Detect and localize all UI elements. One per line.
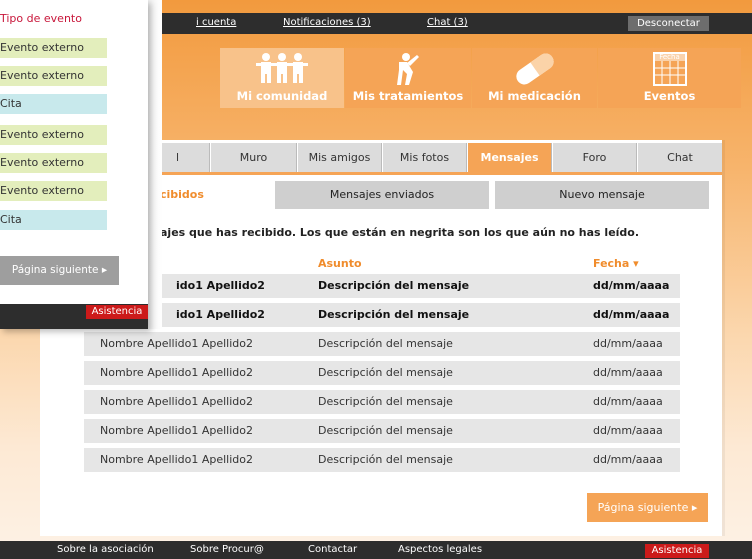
nav-label: Mis tratamientos	[352, 89, 464, 103]
community-icon	[256, 53, 308, 83]
footer-legal-link[interactable]: Aspectos legales	[398, 544, 482, 555]
row-date: dd/mm/aaaa	[593, 279, 670, 292]
row-date: dd/mm/aaaa	[593, 424, 663, 437]
row-subject: Descripción del mensaje	[318, 308, 470, 321]
footer-about-procura-link[interactable]: Sobre Procur@	[190, 544, 264, 555]
event-item[interactable]: Cita	[0, 94, 107, 114]
nav-label: Mi medicación	[488, 89, 581, 103]
popup-assist-button[interactable]: Asistencia	[86, 305, 148, 319]
row-date: dd/mm/aaaa	[593, 366, 663, 379]
nav-my-treatments[interactable]: Mis tratamientos	[345, 48, 471, 108]
footer-contact-link[interactable]: Contactar	[308, 544, 357, 555]
intro-text: ajes que has recibido. Los que están en …	[160, 226, 640, 239]
subtab-sent[interactable]: Mensajes enviados	[275, 181, 489, 209]
column-header-date[interactable]: Fecha ▾	[593, 257, 639, 270]
nav-my-medication[interactable]: Mi medicación	[472, 48, 597, 108]
row-subject: Descripción del mensaje	[318, 366, 453, 379]
next-page-button[interactable]: Página siguiente ▸	[587, 493, 708, 522]
pill-icon	[515, 53, 554, 85]
message-row[interactable]: Nombre Apellido1 Apellido2 Descripción d…	[84, 361, 680, 385]
event-item[interactable]: Evento externo	[0, 66, 107, 86]
disconnect-button[interactable]: Desconectar	[628, 16, 709, 31]
footer-about-link[interactable]: Sobre la asociación	[57, 544, 154, 555]
popup-title: Tipo de evento	[0, 12, 82, 25]
tab-profile[interactable]: l	[162, 143, 210, 172]
my-account-link[interactable]: i cuenta	[196, 17, 236, 28]
tab-my-photos[interactable]: Mis fotos	[383, 143, 467, 172]
message-row[interactable]: Nombre Apellido1 Apellido2 Descripción d…	[84, 390, 680, 414]
row-subject: Descripción del mensaje	[318, 279, 470, 292]
tab-messages[interactable]: Mensajes	[468, 143, 552, 172]
row-sender: Nombre Apellido1 Apellido2	[100, 453, 254, 466]
subtab-new-message[interactable]: Nuevo mensaje	[495, 181, 709, 209]
row-date: dd/mm/aaaa	[593, 337, 663, 350]
event-item[interactable]: Evento externo	[0, 38, 107, 58]
calendar-date-label: Fecha	[659, 53, 680, 61]
footer: Sobre la asociación Sobre Procur@ Contac…	[0, 541, 752, 559]
event-item[interactable]: Cita	[0, 210, 107, 230]
nav-label: Eventos	[643, 89, 696, 103]
row-date: dd/mm/aaaa	[593, 308, 670, 321]
message-row[interactable]: Nombre Apellido1 Apellido2 Descripción d…	[84, 332, 680, 356]
subtab-received[interactable]: cibidos	[160, 181, 260, 209]
message-row[interactable]: ido1 Apellido2 Descripción del mensaje d…	[84, 303, 680, 327]
row-sender: Nombre Apellido1 Apellido2	[100, 424, 254, 437]
row-sender: Nombre Apellido1 Apellido2	[100, 337, 254, 350]
row-date: dd/mm/aaaa	[593, 395, 663, 408]
row-subject: Descripción del mensaje	[318, 424, 453, 437]
tab-my-friends[interactable]: Mis amigos	[298, 143, 382, 172]
event-item[interactable]: Evento externo	[0, 125, 107, 145]
message-row[interactable]: Nombre Apellido1 Apellido2 Descripción d…	[84, 419, 680, 443]
event-item[interactable]: Evento externo	[0, 153, 107, 173]
notifications-link[interactable]: Notificaciones (3)	[283, 17, 371, 28]
event-item[interactable]: Evento externo	[0, 181, 107, 201]
column-header-subject[interactable]: Asunto	[318, 257, 362, 270]
row-subject: Descripción del mensaje	[318, 395, 453, 408]
footer-assist-button[interactable]: Asistencia	[645, 544, 709, 558]
row-subject: Descripción del mensaje	[318, 453, 453, 466]
chat-link[interactable]: Chat (3)	[427, 17, 468, 28]
row-sender: ido1 Apellido2	[176, 279, 265, 292]
nav-label: Mi comunidad	[236, 89, 328, 103]
row-subject: Descripción del mensaje	[318, 337, 453, 350]
popup-next-page-button[interactable]: Página siguiente ▸	[0, 256, 119, 285]
message-row[interactable]: Nombre Apellido1 Apellido2 Descripción d…	[84, 448, 680, 472]
popup-edge	[148, 0, 162, 329]
tab-wall[interactable]: Muro	[211, 143, 297, 172]
nav-events[interactable]: Fecha Eventos	[598, 48, 741, 108]
tab-forum[interactable]: Foro	[553, 143, 637, 172]
panel-shadow	[722, 140, 725, 536]
row-sender: Nombre Apellido1 Apellido2	[100, 395, 254, 408]
tab-chat[interactable]: Chat	[638, 143, 722, 172]
exercise-icon	[397, 53, 419, 85]
row-date: dd/mm/aaaa	[593, 453, 663, 466]
event-type-popup: Tipo de evento Evento externo Evento ext…	[0, 0, 148, 329]
message-row[interactable]: ido1 Apellido2 Descripción del mensaje d…	[84, 274, 680, 298]
nav-my-community[interactable]: Mi comunidad	[220, 48, 344, 108]
row-sender: Nombre Apellido1 Apellido2	[100, 366, 254, 379]
row-sender: ido1 Apellido2	[176, 308, 265, 321]
